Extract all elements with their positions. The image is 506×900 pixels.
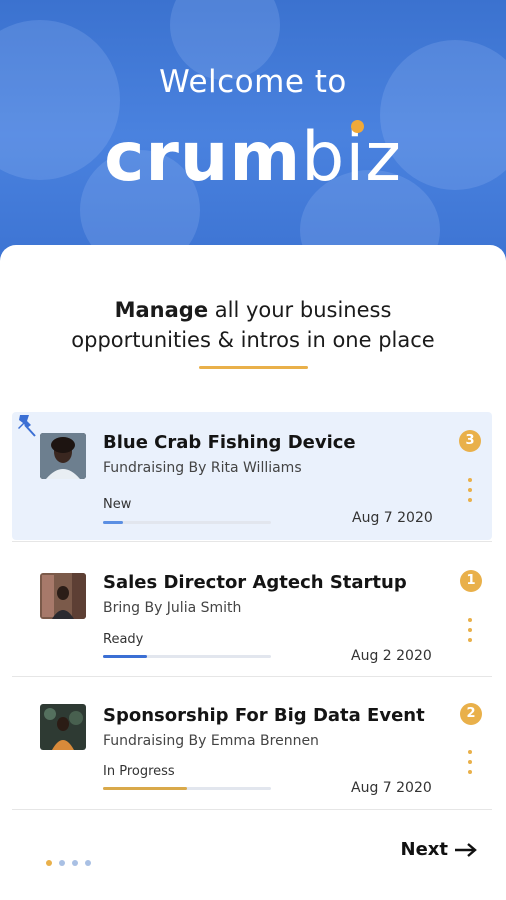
more-options-icon[interactable] [467, 750, 473, 774]
page-dot [72, 860, 78, 866]
progress-fill [103, 521, 124, 524]
headline-rest-2: opportunities & intros in one place [71, 328, 435, 352]
item-title[interactable]: Blue Crab Fishing Device [103, 432, 356, 453]
item-subtitle: Fundraising By Emma Brennen [103, 733, 319, 749]
progress-bar [103, 655, 271, 658]
item-date: Aug 2 2020 [351, 648, 432, 664]
item-status: New [103, 497, 132, 512]
headline-bold: Manage [114, 298, 209, 322]
item-status: In Progress [103, 764, 175, 779]
item-subtitle: Fundraising By Rita Williams [103, 460, 302, 476]
avatar [40, 704, 86, 750]
count-badge: 3 [459, 430, 481, 452]
more-options-icon[interactable] [467, 478, 473, 502]
headline: Manage all your business opportunities &… [0, 295, 506, 355]
next-label: Next [400, 839, 449, 860]
item-title[interactable]: Sponsorship For Big Data Event [103, 705, 425, 726]
count-badge: 2 [460, 703, 482, 725]
page-dot [46, 860, 52, 866]
next-button[interactable]: Next [401, 839, 479, 860]
page-dot [59, 860, 65, 866]
avatar [40, 433, 86, 479]
progress-fill [103, 787, 187, 790]
progress-bar [103, 521, 271, 524]
headline-rest-1: all your business [208, 298, 392, 322]
logo-part-crum: crum [104, 118, 302, 197]
arrow-right-icon [455, 842, 477, 857]
page-dot [85, 860, 91, 866]
crumbiz-logo: crumbiz [0, 118, 506, 198]
count-badge: 1 [460, 570, 482, 592]
page-indicator [46, 851, 98, 870]
avatar [40, 573, 86, 619]
more-options-icon[interactable] [467, 618, 473, 642]
divider [12, 809, 492, 810]
item-date: Aug 7 2020 [351, 780, 432, 796]
item-subtitle: Bring By Julia Smith [103, 600, 242, 616]
pin-icon [18, 415, 36, 437]
item-title[interactable]: Sales Director Agtech Startup [103, 572, 407, 593]
progress-bar [103, 787, 271, 790]
item-status: Ready [103, 632, 144, 647]
headline-underline [199, 366, 308, 369]
welcome-text: Welcome to [159, 64, 347, 100]
logo-dot [351, 120, 364, 133]
item-date: Aug 7 2020 [352, 510, 433, 526]
progress-fill [103, 655, 147, 658]
